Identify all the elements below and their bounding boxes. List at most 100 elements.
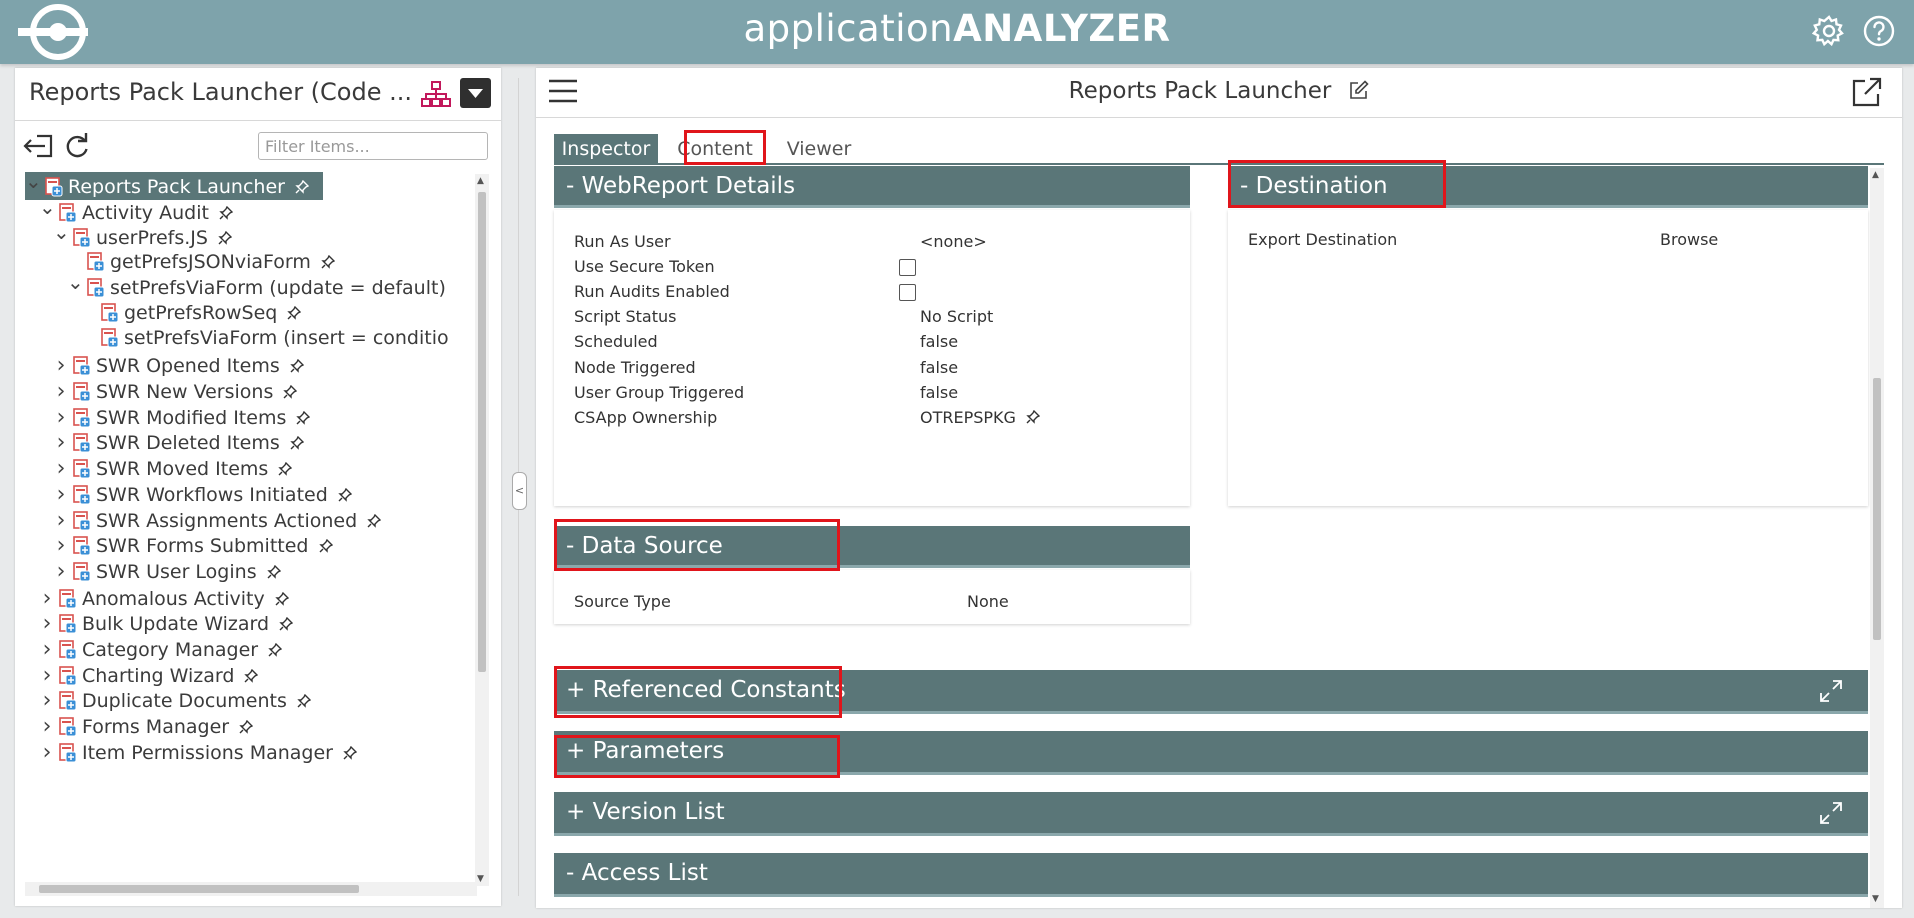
tree-item[interactable]: › Item Permissions Manager <box>39 739 357 767</box>
chevron-right-icon[interactable]: › <box>39 636 55 664</box>
tree-item[interactable]: › Bulk Update Wizard <box>39 610 294 638</box>
tree-horizontal-scrollbar[interactable] <box>25 882 477 896</box>
content-scroll-thumb[interactable] <box>1873 378 1881 640</box>
tree-item[interactable]: ⌄ Reports Pack Launcher <box>25 172 323 200</box>
pin-icon[interactable] <box>318 539 333 553</box>
pin-icon[interactable] <box>268 643 283 657</box>
refresh-icon[interactable] <box>63 130 91 162</box>
expand-icon[interactable] <box>1818 678 1844 704</box>
chevron-down-icon[interactable]: ⌄ <box>53 218 70 246</box>
content-scroll-up-arrow[interactable]: ▲ <box>1872 170 1879 180</box>
export-destination-value[interactable]: Browse <box>1660 230 1718 249</box>
chevron-right-icon[interactable]: › <box>53 481 69 509</box>
tree-vertical-scrollbar[interactable]: ▲ ▼ <box>475 174 489 886</box>
webreport-prop-checkbox[interactable] <box>899 284 916 301</box>
pin-icon[interactable] <box>296 411 311 425</box>
tree-scroll-thumb[interactable] <box>478 192 486 672</box>
pin-icon[interactable] <box>275 592 289 606</box>
referenced-constants-header[interactable]: + Referenced Constants <box>554 670 1868 714</box>
chevron-down-icon[interactable]: ⌄ <box>39 193 56 221</box>
chevron-right-icon[interactable]: › <box>53 429 69 457</box>
navigator-dropdown-button[interactable] <box>460 78 491 108</box>
tab-content[interactable]: Content <box>664 134 766 164</box>
tree-item[interactable]: › Category Manager <box>39 636 283 664</box>
tree-item[interactable]: › SWR User Logins <box>53 558 281 586</box>
edit-icon[interactable] <box>1349 80 1369 100</box>
pin-icon[interactable] <box>290 359 304 373</box>
pin-icon[interactable] <box>244 669 259 683</box>
tree-item[interactable]: › Duplicate Documents <box>39 687 311 715</box>
gear-icon[interactable] <box>1812 14 1846 48</box>
help-icon[interactable] <box>1862 14 1896 48</box>
tree-item[interactable]: › SWR Assignments Actioned <box>53 507 382 535</box>
pin-icon[interactable] <box>295 180 309 194</box>
webreport-prop-checkbox[interactable] <box>899 259 916 276</box>
chevron-right-icon[interactable]: › <box>53 352 69 380</box>
chevron-right-icon[interactable]: › <box>53 455 69 483</box>
pin-icon[interactable] <box>278 462 293 476</box>
pin-icon[interactable] <box>1026 410 1040 424</box>
chevron-right-icon[interactable]: › <box>39 687 55 715</box>
open-external-icon[interactable] <box>1851 76 1883 108</box>
parameters-header[interactable]: + Parameters <box>554 731 1868 775</box>
pin-icon[interactable] <box>283 385 298 399</box>
tree-item[interactable]: › SWR Opened Items <box>53 352 304 380</box>
pin-icon[interactable] <box>279 617 294 631</box>
tree-item[interactable]: ⌄ setPrefsViaForm (update = default) <box>67 270 446 301</box>
chevron-right-icon[interactable]: › <box>39 585 55 613</box>
pin-icon[interactable] <box>290 436 304 450</box>
back-icon[interactable] <box>23 130 55 162</box>
scroll-down-arrow[interactable]: ▼ <box>477 874 484 884</box>
chevron-right-icon[interactable]: › <box>53 404 69 432</box>
tree-item[interactable]: › Charting Wizard <box>39 662 259 690</box>
chevron-right-icon[interactable]: › <box>53 378 69 406</box>
chevron-right-icon[interactable]: › <box>53 558 69 586</box>
content-vertical-scrollbar[interactable]: ▲ ▼ <box>1870 168 1884 908</box>
pin-icon[interactable] <box>343 746 357 760</box>
filter-items-input[interactable] <box>258 132 488 160</box>
access-list-header[interactable]: - Access List <box>554 853 1868 897</box>
chevron-right-icon[interactable]: › <box>39 662 55 690</box>
tab-inspector[interactable]: Inspector <box>554 134 658 164</box>
content-scroll-down-arrow[interactable]: ▼ <box>1872 894 1879 904</box>
tree-hscroll-thumb[interactable] <box>39 885 359 893</box>
webreport-prop-value-text: false <box>920 383 959 402</box>
chevron-right-icon[interactable]: › <box>53 532 69 560</box>
pin-icon[interactable] <box>218 231 232 245</box>
chevron-right-icon[interactable]: › <box>39 739 55 767</box>
pin-icon[interactable] <box>219 206 233 220</box>
chevron-down-icon[interactable]: ⌄ <box>67 268 84 296</box>
version-list-header[interactable]: + Version List <box>554 792 1868 836</box>
pin-icon[interactable] <box>239 720 254 734</box>
destination-header[interactable]: - Destination <box>1228 166 1868 208</box>
tree-item[interactable]: › SWR Forms Submitted <box>53 532 333 560</box>
tree-item[interactable]: › SWR Moved Items <box>53 455 293 483</box>
tree-item[interactable]: › Forms Manager <box>39 713 254 741</box>
tree-item[interactable]: getPrefsRowSeq <box>81 299 302 327</box>
tree-item[interactable]: › SWR New Versions <box>53 378 298 406</box>
chevron-right-icon[interactable]: › <box>39 610 55 638</box>
tab-viewer[interactable]: Viewer <box>774 134 864 164</box>
tree-item[interactable]: setPrefsViaForm (insert = conditio <box>81 324 449 352</box>
data-source-header[interactable]: - Data Source <box>554 526 1190 568</box>
pin-icon[interactable] <box>321 255 335 269</box>
scroll-up-arrow[interactable]: ▲ <box>477 176 484 186</box>
tree-item[interactable]: › Anomalous Activity <box>39 585 289 613</box>
webreport-details-header[interactable]: - WebReport Details <box>554 166 1190 208</box>
chevron-down-icon[interactable]: ⌄ <box>25 172 42 195</box>
pin-icon[interactable] <box>266 565 281 579</box>
pin-icon[interactable] <box>297 694 311 708</box>
tree-structure-icon[interactable] <box>421 80 451 108</box>
tree-item[interactable]: ⌄ userPrefs.JS <box>53 220 232 251</box>
tree-item[interactable]: › SWR Deleted Items <box>53 429 304 457</box>
version-list-expand-icon[interactable] <box>1818 800 1844 826</box>
splitter-collapse-handle[interactable]: < <box>512 472 527 510</box>
chevron-right-icon[interactable]: › <box>39 713 55 741</box>
tree-item[interactable]: › SWR Workflows Initiated <box>53 481 352 509</box>
pin-icon[interactable] <box>338 488 352 502</box>
tree-item[interactable]: getPrefsJSONviaForm <box>67 248 335 276</box>
tree-item[interactable]: › SWR Modified Items <box>53 404 311 432</box>
chevron-right-icon[interactable]: › <box>53 507 69 535</box>
pin-icon[interactable] <box>287 306 302 320</box>
pin-icon[interactable] <box>367 514 382 528</box>
